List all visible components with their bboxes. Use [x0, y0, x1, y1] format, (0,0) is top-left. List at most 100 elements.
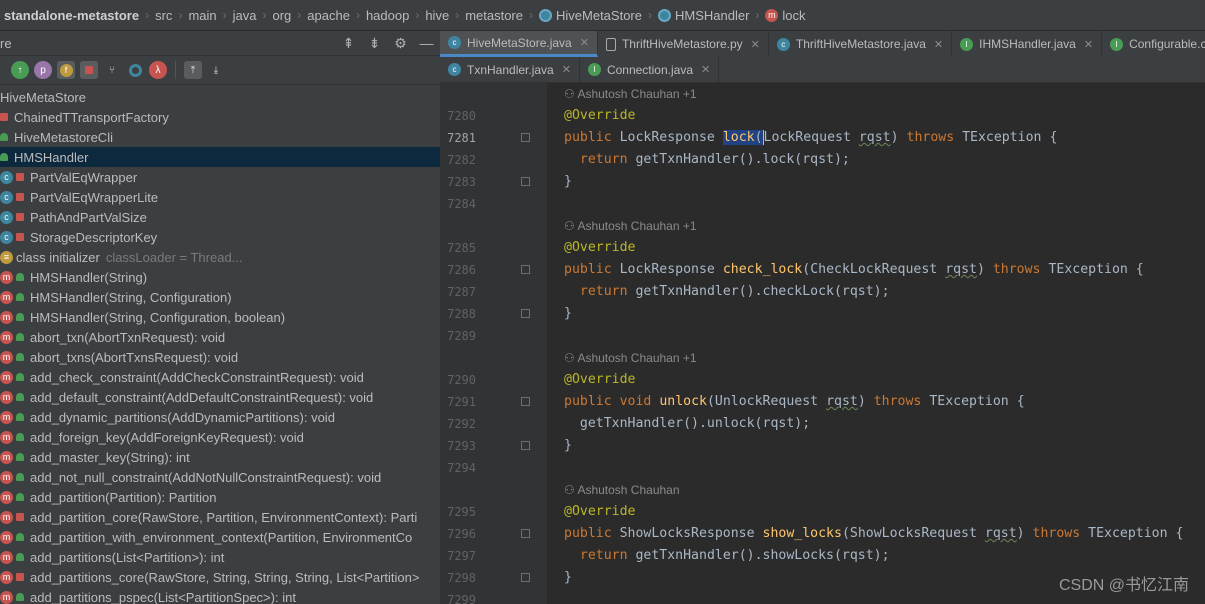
close-icon[interactable]: ✕	[701, 63, 710, 76]
tree-row[interactable]: madd_partitions_core(RawStore, String, S…	[0, 567, 440, 587]
tab-hivemetastore-java[interactable]: cHiveMetaStore.java✕	[440, 31, 598, 57]
autoscroll-from-source-icon[interactable]: ⤓	[207, 61, 225, 79]
breadcrumb-item-hmshandler[interactable]: HMSHandler	[658, 8, 749, 23]
code-author-hint[interactable]: ⚇ Ashutosh Chauhan	[564, 479, 680, 501]
breadcrumb-item-lock[interactable]: mlock	[765, 8, 805, 23]
code-author-hint[interactable]: ⚇ Ashutosh Chauhan +1	[564, 83, 697, 105]
breadcrumb-item-hive[interactable]: hive	[425, 8, 449, 23]
private-icon	[16, 213, 24, 221]
tree-row[interactable]: madd_dynamic_partitions(AddDynamicPartit…	[0, 407, 440, 427]
tree-row[interactable]: madd_not_null_constraint(AddNotNullConst…	[0, 467, 440, 487]
fold-marker-icon[interactable]	[521, 573, 530, 582]
tree-row[interactable]: madd_partition_with_environment_context(…	[0, 527, 440, 547]
code-token: {	[1017, 394, 1025, 409]
tree-row[interactable]: HiveMetaStore	[0, 87, 440, 107]
autoscroll-to-source-icon[interactable]: ⤒	[184, 61, 202, 79]
tree-row[interactable]: madd_partitions_pspec(List<PartitionSpec…	[0, 587, 440, 604]
tree-row[interactable]: madd_check_constraint(AddCheckConstraint…	[0, 367, 440, 387]
breadcrumb-item-hadoop[interactable]: hadoop	[366, 8, 409, 23]
tree-label: add_partitions_pspec(List<PartitionSpec>…	[30, 590, 296, 604]
show-hierarchy-icon[interactable]: ⑂	[103, 61, 121, 79]
line-number: 7298	[440, 567, 476, 589]
tree-label: add_partition_with_environment_context(P…	[30, 530, 412, 545]
tab-label: ThriftHiveMetastore.py	[622, 37, 743, 51]
collapse-all-icon[interactable]: ⇟	[367, 35, 382, 52]
tree-row[interactable]: ≡class initializerclassLoader = Thread..…	[0, 247, 440, 267]
public-icon	[16, 533, 24, 541]
tree-row[interactable]: mHMSHandler(String, Configuration, boole…	[0, 307, 440, 327]
close-icon[interactable]: ✕	[934, 38, 943, 51]
tree-row[interactable]: madd_default_constraint(AddDefaultConstr…	[0, 387, 440, 407]
tab-configurable-class[interactable]: IConfigurable.class	[1102, 31, 1205, 57]
close-icon[interactable]: ✕	[580, 36, 589, 49]
code-token: throws	[874, 394, 922, 409]
fold-marker-icon[interactable]	[521, 177, 530, 186]
show-properties-icon[interactable]: p	[34, 61, 52, 79]
user-icon: ⚇	[564, 351, 577, 365]
breadcrumb-item-metastore[interactable]: metastore	[465, 8, 523, 23]
tree-row[interactable]: mHMSHandler(String, Configuration)	[0, 287, 440, 307]
tree-row[interactable]: madd_partition_core(RawStore, Partition,…	[0, 507, 440, 527]
tree-row[interactable]: mabort_txns(AbortTxnsRequest): void	[0, 347, 440, 367]
hide-panel-icon[interactable]: —	[419, 35, 434, 51]
show-non-public-icon[interactable]	[80, 61, 98, 79]
public-icon	[16, 493, 24, 501]
public-icon	[16, 293, 24, 301]
tree-row[interactable]: mHMSHandler(String)	[0, 267, 440, 287]
close-icon[interactable]: ✕	[1084, 38, 1093, 51]
breadcrumb-item-src[interactable]: src	[155, 8, 172, 23]
fold-marker-icon[interactable]	[521, 441, 530, 450]
fold-marker-icon[interactable]	[521, 397, 530, 406]
tree-row[interactable]: madd_partitions(List<Partition>): int	[0, 547, 440, 567]
breadcrumb-item-main[interactable]: main	[188, 8, 216, 23]
show-lambdas-icon[interactable]: λ	[149, 61, 167, 79]
breadcrumb: standalone-metastore› src› main› java› o…	[0, 0, 1205, 31]
tree-label: PartValEqWrapperLite	[30, 190, 158, 205]
breadcrumb-item-org[interactable]: org	[272, 8, 291, 23]
tree-row[interactable]: cPartValEqWrapper	[0, 167, 440, 187]
code-author-hint[interactable]: ⚇ Ashutosh Chauhan +1	[564, 347, 697, 369]
tree-row[interactable]: madd_partition(Partition): Partition	[0, 487, 440, 507]
fold-marker-icon[interactable]	[521, 529, 530, 538]
method-icon: m	[0, 411, 13, 424]
chevron-right-icon: ›	[297, 8, 301, 22]
method-icon: m	[0, 431, 13, 444]
fold-marker-icon[interactable]	[521, 309, 530, 318]
line-number: 7290	[440, 369, 476, 391]
tab-connection-java[interactable]: IConnection.java✕	[580, 57, 719, 82]
code-author-hint[interactable]: ⚇ Ashutosh Chauhan +1	[564, 215, 697, 237]
tree-row-selected[interactable]: HMSHandler	[0, 147, 440, 167]
tree-label: PartValEqWrapper	[30, 170, 137, 185]
breadcrumb-item-apache[interactable]: apache	[307, 8, 350, 23]
tree-row[interactable]: HiveMetastoreCli	[0, 127, 440, 147]
code-token: {	[1049, 130, 1057, 145]
fold-marker-icon[interactable]	[521, 133, 530, 142]
breadcrumb-item-java[interactable]: java	[233, 8, 257, 23]
show-inherited-icon[interactable]: ↑	[11, 61, 29, 79]
tree-row[interactable]: cStorageDescriptorKey	[0, 227, 440, 247]
class-icon: c	[448, 36, 461, 49]
line-number: 7297	[440, 545, 476, 567]
fold-marker-icon[interactable]	[521, 265, 530, 274]
code-token: getTxnHandler().unlock(rqst);	[580, 416, 810, 431]
tab-txnhandler-java[interactable]: cTxnHandler.java✕	[440, 57, 580, 82]
method-icon: m	[765, 9, 778, 22]
tree-row[interactable]: madd_master_key(String): int	[0, 447, 440, 467]
show-fields-icon[interactable]: f	[57, 61, 75, 79]
tree-row[interactable]: cPartValEqWrapperLite	[0, 187, 440, 207]
breadcrumb-item-hivemetastore[interactable]: HiveMetaStore	[539, 8, 642, 23]
close-icon[interactable]: ✕	[562, 63, 571, 76]
tab-ihmshandler-java[interactable]: IIHMSHandler.java✕	[952, 31, 1102, 57]
tab-thrifthivemetastore-py[interactable]: ThriftHiveMetastore.py ✕	[598, 31, 769, 57]
tab-thrifthivemetastore-java[interactable]: cThriftHiveMetastore.java✕	[769, 31, 952, 57]
breadcrumb-item-module[interactable]: standalone-metastore	[4, 8, 139, 23]
gear-icon[interactable]: ⚙	[393, 35, 408, 52]
close-icon[interactable]: ✕	[751, 38, 760, 51]
tree-row[interactable]: madd_foreign_key(AddForeignKeyRequest): …	[0, 427, 440, 447]
tree-row[interactable]: mabort_txn(AbortTxnRequest): void	[0, 327, 440, 347]
expand-all-icon[interactable]: ⇞	[341, 35, 356, 52]
tree-row[interactable]: ChainedTTransportFactory	[0, 107, 440, 127]
tree-row[interactable]: cPathAndPartValSize	[0, 207, 440, 227]
code-area[interactable]: 7280 7281 7282 7283 7284 7285 7286 7287 …	[440, 83, 1205, 604]
show-anonymous-icon[interactable]	[126, 61, 144, 79]
